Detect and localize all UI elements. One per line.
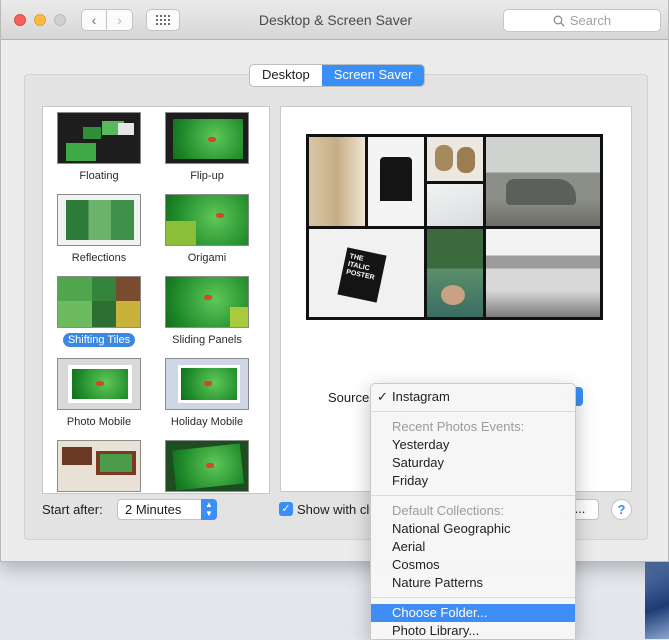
shifting-tiles-thumbnail	[57, 276, 141, 328]
menu-item-nature-patterns[interactable]: Nature Patterns	[371, 574, 575, 592]
tile-label: Flip-up	[190, 170, 224, 182]
menu-item-photo-library[interactable]: Photo Library...	[371, 622, 575, 640]
menu-item-friday[interactable]: Friday	[371, 472, 575, 490]
poster-text: THE ITALIC POSTER	[337, 247, 387, 303]
screensaver-list[interactable]: Floating Flip-up Reflections Origami Shi…	[42, 106, 270, 494]
menu-item-aerial[interactable]: Aerial	[371, 538, 575, 556]
search-placeholder: Search	[569, 13, 612, 28]
origami-thumbnail	[165, 194, 249, 246]
photo-shoes	[427, 137, 483, 181]
sliding-panels-thumbnail	[165, 276, 249, 328]
floating-thumbnail	[57, 112, 141, 164]
tab-screen-saver[interactable]: Screen Saver	[321, 65, 425, 86]
menu-header-collections: Default Collections:	[392, 503, 504, 518]
source-label: Source:	[328, 390, 373, 405]
tile-label: Shifting Tiles	[62, 333, 136, 347]
title-bar: ‹ › Desktop & Screen Saver Search	[1, 0, 668, 40]
desktop-wallpaper-fragment	[645, 560, 669, 639]
photo-coast	[486, 229, 600, 317]
screensaver-floating[interactable]: Floating	[45, 112, 153, 183]
show-with-clock-label: Show with cl	[297, 502, 370, 517]
menu-separator	[371, 597, 575, 598]
menu-item-saturday[interactable]: Saturday	[371, 454, 575, 472]
menu-item-label: Instagram	[392, 389, 450, 404]
screensaver-flip-up[interactable]: Flip-up	[153, 112, 261, 183]
search-icon	[553, 15, 565, 26]
screensaver-sliding-panels[interactable]: Sliding Panels	[153, 276, 261, 347]
chevron-updown-icon: ▲ ▼	[201, 499, 217, 520]
start-after-label: Start after:	[42, 502, 103, 517]
screensaver-photo-mobile[interactable]: Photo Mobile	[45, 358, 153, 429]
tile-label: Sliding Panels	[172, 334, 242, 346]
screensaver-shifting-tiles[interactable]: Shifting Tiles	[45, 276, 153, 347]
start-after-select[interactable]: 2 Minutes ▲ ▼	[117, 499, 217, 520]
menu-header-recent: Recent Photos Events:	[392, 419, 525, 434]
checkmark-icon: ✓	[377, 389, 388, 404]
photo-swimmer	[427, 229, 483, 317]
tab-control: Desktop Screen Saver	[249, 64, 426, 87]
tile-label: Reflections	[71, 252, 127, 264]
tile-label: Photo Mobile	[66, 416, 132, 428]
tile-label: Floating	[79, 170, 119, 182]
menu-separator	[371, 411, 575, 412]
reflections-thumbnail	[57, 194, 141, 246]
menu-item-instagram[interactable]: ✓ Instagram	[371, 388, 575, 406]
photo-tshirt	[368, 137, 424, 226]
screensaver-vintage-prints[interactable]	[45, 440, 153, 492]
search-field[interactable]: Search	[503, 9, 661, 32]
photo-poster: THE ITALIC POSTER	[309, 229, 424, 317]
menu-separator	[371, 495, 575, 496]
screensaver-origami[interactable]: Origami	[153, 194, 261, 265]
photo-burnt-car	[486, 137, 600, 226]
start-after-value: 2 Minutes	[125, 502, 182, 517]
screensaver-reflections[interactable]: Reflections	[45, 194, 153, 265]
menu-item-choose-folder[interactable]: Choose Folder...	[371, 604, 575, 622]
menu-item-yesterday[interactable]: Yesterday	[371, 436, 575, 454]
menu-item-national-geographic[interactable]: National Geographic	[371, 520, 575, 538]
show-with-clock-checkbox[interactable]: ✓	[279, 502, 293, 516]
classic-thumbnail	[165, 440, 249, 492]
tile-label: Origami	[187, 252, 227, 264]
photo-wood	[309, 137, 365, 226]
photo-mobile-thumbnail	[57, 358, 141, 410]
menu-item-cosmos[interactable]: Cosmos	[371, 556, 575, 574]
help-button[interactable]: ?	[611, 499, 632, 520]
preview-mosaic: THE ITALIC POSTER	[306, 134, 603, 320]
photo-snow	[427, 184, 483, 226]
holiday-mobile-thumbnail	[165, 358, 249, 410]
flip-up-thumbnail	[165, 112, 249, 164]
tab-desktop[interactable]: Desktop	[250, 65, 322, 86]
source-dropdown-menu: ✓ Instagram Recent Photos Events: Yester…	[370, 383, 576, 639]
vintage-prints-thumbnail	[57, 440, 141, 492]
screensaver-classic[interactable]	[153, 440, 261, 492]
tile-label: Holiday Mobile	[170, 416, 244, 428]
screensaver-holiday-mobile[interactable]: Holiday Mobile	[153, 358, 261, 429]
